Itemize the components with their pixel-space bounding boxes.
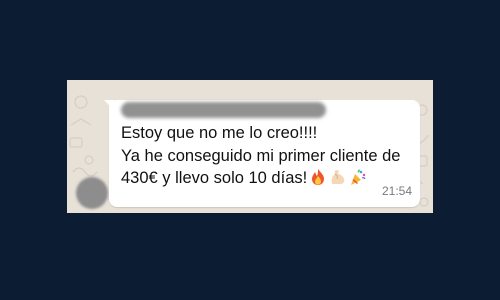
message-line: Ya he conseguido mi primer cliente de — [121, 146, 401, 165]
message-timestamp: 21:54 — [381, 184, 412, 198]
sender-name-redacted — [121, 102, 326, 118]
flexed-biceps-emoji — [331, 170, 345, 184]
fire-emoji — [312, 169, 325, 185]
message-line: 430€ y llevo solo 10 días! — [121, 167, 417, 190]
party-popper-emoji — [351, 169, 366, 185]
message-line-text: 430€ y llevo solo 10 días! — [121, 169, 308, 187]
sender-avatar-redacted[interactable] — [76, 177, 108, 209]
message-line: Estoy que no me lo creo!!!! — [121, 124, 318, 142]
message-text: Estoy que no me lo creo!!!! Ya he conseg… — [121, 122, 417, 190]
chat-screenshot: Estoy que no me lo creo!!!! Ya he conseg… — [67, 80, 433, 213]
message-bubble[interactable]: Estoy que no me lo creo!!!! Ya he conseg… — [109, 100, 420, 207]
